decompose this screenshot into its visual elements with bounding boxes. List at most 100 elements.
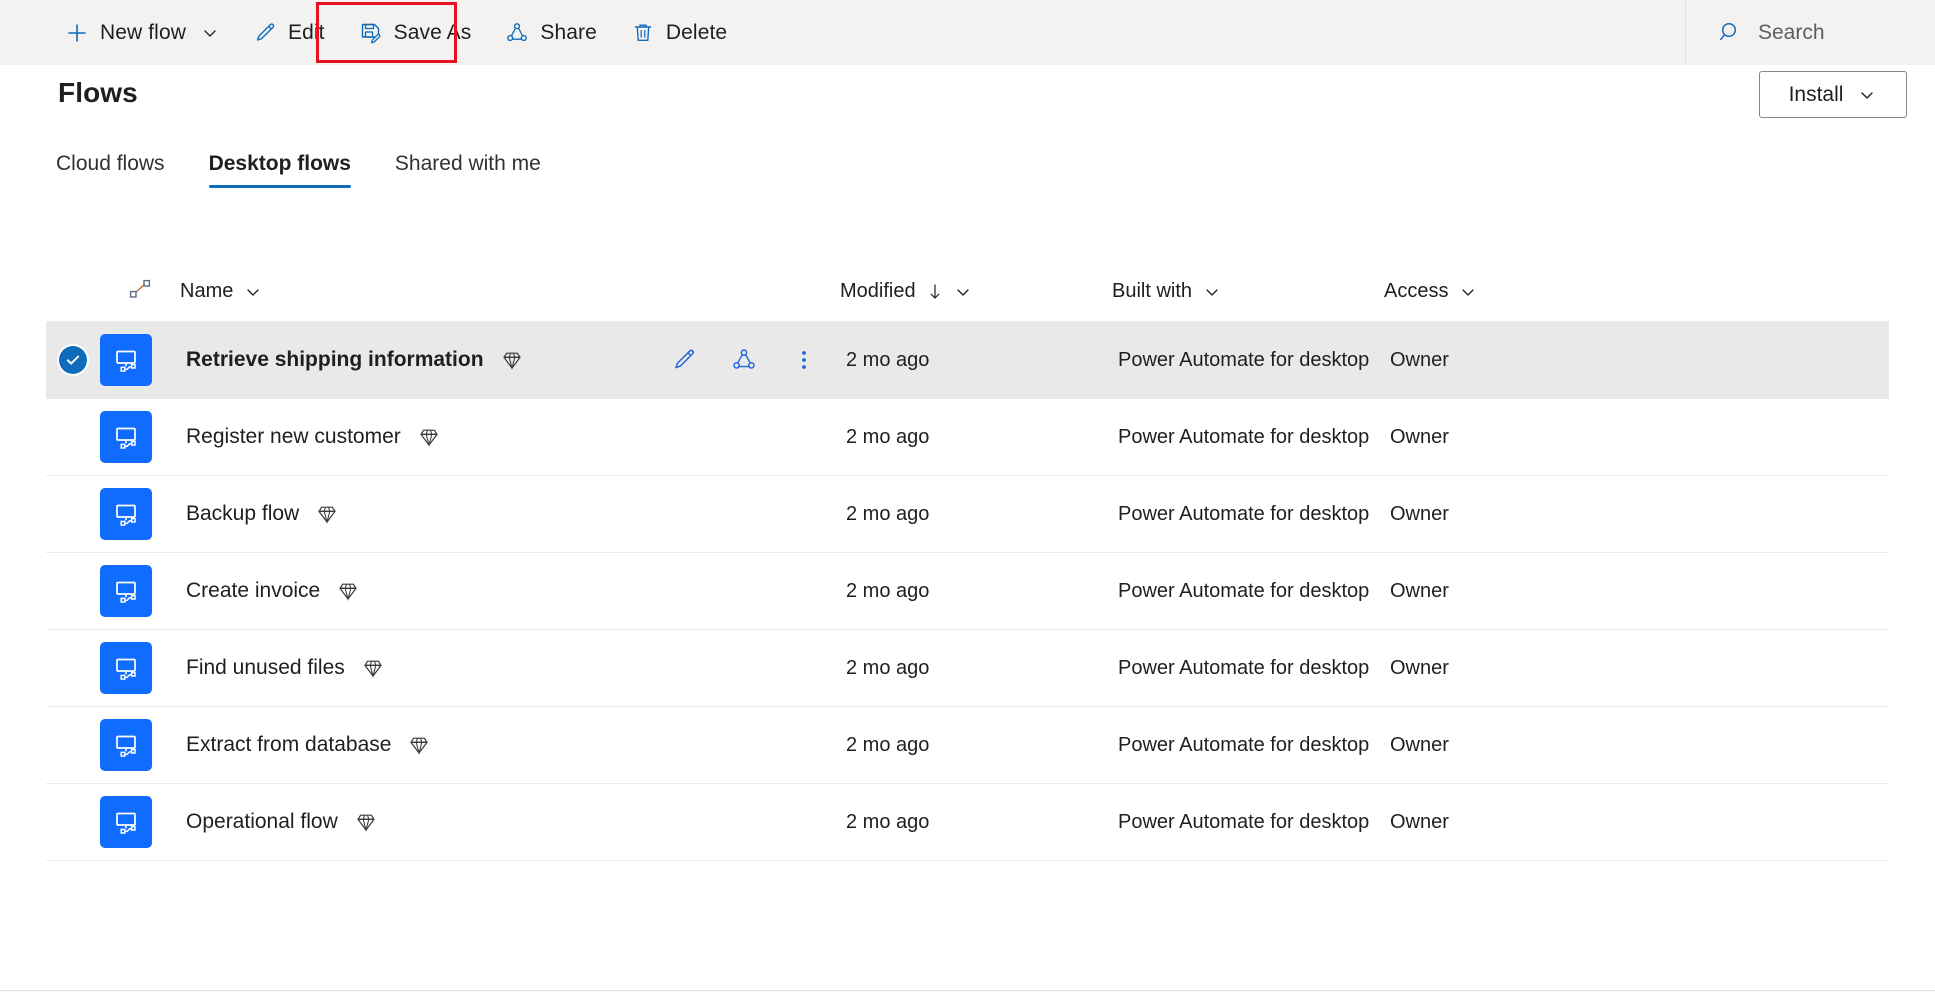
row-actions (671, 347, 846, 373)
column-header-modified-label: Modified (840, 280, 916, 302)
row-access-cell: Owner (1390, 580, 1889, 603)
row-modified-cell: 2 mo ago (846, 580, 1118, 603)
column-header-flow-type[interactable] (100, 276, 180, 307)
row-name-cell: Register new customer (186, 425, 846, 449)
edit-label: Edit (288, 20, 325, 44)
row-access-cell: Owner (1390, 349, 1889, 372)
table-body: Retrieve shipping information 2 mo ago P… (46, 322, 1889, 861)
tab-desktop-flows-label: Desktop flows (208, 152, 351, 175)
row-modified-cell: 2 mo ago (846, 811, 1118, 834)
row-built-with-label: Power Automate for desktop (1118, 425, 1370, 448)
row-name-cell: Find unused files (186, 656, 846, 680)
row-name-cell: Retrieve shipping information (186, 348, 671, 372)
table-row[interactable]: Extract from database 2 mo ago Power Aut… (46, 707, 1889, 784)
row-modified-label: 2 mo ago (846, 810, 930, 833)
row-access-label: Owner (1390, 733, 1449, 756)
table-row[interactable]: Find unused files 2 mo ago Power Automat… (46, 630, 1889, 707)
row-access-cell: Owner (1390, 811, 1889, 834)
tab-shared-with-me[interactable]: Shared with me (373, 152, 563, 188)
premium-badge-icon (407, 733, 431, 757)
table-bottom-divider (0, 990, 1935, 991)
row-built-with-label: Power Automate for desktop (1118, 579, 1370, 602)
save-as-button[interactable]: Save As (342, 0, 489, 65)
trash-icon (631, 21, 655, 45)
delete-label: Delete (665, 20, 728, 44)
row-edit-icon[interactable] (671, 347, 697, 373)
install-label: Install (1788, 82, 1844, 106)
row-built-with-label: Power Automate for desktop (1118, 733, 1370, 756)
new-flow-button[interactable]: New flow (48, 0, 236, 65)
row-name-label: Extract from database (186, 733, 392, 756)
row-access-cell: Owner (1390, 657, 1889, 680)
command-bar: New flow Edit Save As Share Delete Searc… (0, 0, 1935, 65)
row-modified-label: 2 mo ago (846, 425, 930, 448)
column-header-built-with[interactable]: Built with (1112, 280, 1384, 303)
desktop-flow-icon (100, 642, 152, 694)
install-button[interactable]: Install (1759, 71, 1907, 118)
row-built-with-cell: Power Automate for desktop (1118, 657, 1390, 680)
table-row[interactable]: Operational flow 2 mo ago Power Automate… (46, 784, 1889, 861)
row-built-with-label: Power Automate for desktop (1118, 810, 1370, 833)
chevron-down-icon (1857, 85, 1877, 105)
table-row[interactable]: Retrieve shipping information 2 mo ago P… (46, 322, 1889, 399)
pencil-icon (253, 21, 277, 45)
row-app-icon (100, 796, 186, 848)
row-modified-label: 2 mo ago (846, 348, 930, 371)
delete-button[interactable]: Delete (614, 0, 744, 65)
flow-connector-icon (127, 276, 153, 307)
row-modified-label: 2 mo ago (846, 502, 930, 525)
row-built-with-cell: Power Automate for desktop (1118, 503, 1390, 526)
row-built-with-cell: Power Automate for desktop (1118, 734, 1390, 757)
save-as-icon (359, 21, 383, 45)
tab-desktop-flows[interactable]: Desktop flows (187, 152, 373, 188)
premium-badge-icon (336, 579, 360, 603)
row-name-label: Retrieve shipping information (186, 348, 484, 371)
sort-descending-icon (927, 283, 943, 301)
row-app-icon (100, 565, 186, 617)
page-title: Flows (58, 77, 138, 108)
search-icon (1718, 20, 1744, 46)
column-header-built-with-label: Built with (1112, 280, 1193, 302)
column-header-access[interactable]: Access (1384, 280, 1889, 303)
chevron-down-icon (201, 24, 219, 42)
row-select-checkbox[interactable] (46, 346, 100, 374)
search-input[interactable]: Search (1718, 20, 1935, 46)
plus-icon (65, 21, 89, 45)
desktop-flow-icon (100, 334, 152, 386)
tab-cloud-flows[interactable]: Cloud flows (56, 152, 187, 188)
column-header-name[interactable]: Name (180, 280, 840, 303)
row-name-label: Backup flow (186, 502, 300, 525)
column-header-modified[interactable]: Modified (840, 280, 1112, 303)
row-access-cell: Owner (1390, 426, 1889, 449)
table-row[interactable]: Register new customer 2 mo ago Power Aut… (46, 399, 1889, 476)
row-name-cell: Create invoice (186, 579, 846, 603)
row-access-label: Owner (1390, 656, 1449, 679)
edit-button[interactable]: Edit (236, 0, 342, 65)
row-modified-label: 2 mo ago (846, 656, 930, 679)
row-modified-cell: 2 mo ago (846, 349, 1118, 372)
share-label: Share (540, 20, 597, 44)
share-button[interactable]: Share (488, 0, 614, 65)
flow-tabs: Cloud flows Desktop flows Shared with me (56, 152, 563, 188)
row-name-cell: Operational flow (186, 810, 846, 834)
table-row[interactable]: Backup flow 2 mo ago Power Automate for … (46, 476, 1889, 553)
premium-badge-icon (500, 348, 524, 372)
row-built-with-label: Power Automate for desktop (1118, 348, 1370, 371)
column-header-access-label: Access (1384, 280, 1449, 302)
row-more-options-icon[interactable] (791, 347, 817, 373)
row-built-with-cell: Power Automate for desktop (1118, 349, 1390, 372)
premium-badge-icon (354, 810, 378, 834)
new-flow-label: New flow (100, 20, 186, 44)
premium-badge-icon (417, 425, 441, 449)
row-share-icon[interactable] (731, 347, 757, 373)
row-app-icon (100, 488, 186, 540)
chevron-down-icon (1459, 283, 1477, 301)
desktop-flow-icon (100, 796, 152, 848)
row-app-icon (100, 334, 186, 386)
row-built-with-cell: Power Automate for desktop (1118, 811, 1390, 834)
premium-badge-icon (315, 502, 339, 526)
row-access-label: Owner (1390, 502, 1449, 525)
row-built-with-cell: Power Automate for desktop (1118, 580, 1390, 603)
desktop-flow-icon (100, 719, 152, 771)
table-row[interactable]: Create invoice 2 mo ago Power Automate f… (46, 553, 1889, 630)
